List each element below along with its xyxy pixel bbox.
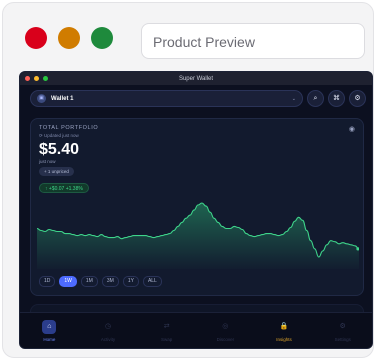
change-badge: ↑ +$0.07 +1.38% [39,183,89,193]
range-button-3m[interactable]: 3M [101,276,119,287]
range-button-1m[interactable]: 1M [80,276,98,287]
portfolio-subtext: just now [39,159,56,164]
nav-item-home[interactable]: ⌂ Home [20,313,79,348]
search-icon: ⌕ [313,95,318,102]
compass-icon: ◎ [222,322,229,330]
preview-title: Product Preview [141,23,365,59]
portfolio-card: TOTAL PORTFOLIO ⟳ Updated just now ◉ $5.… [30,118,364,296]
lock-icon: 🔒 [279,322,289,330]
filter-button[interactable]: ⚙ [349,90,366,107]
nav-item-settings[interactable]: ⚙ Settings [313,313,372,348]
range-button-all[interactable]: ALL [142,276,162,287]
search-button[interactable]: ⌕ [307,90,324,107]
nav-label: Home [43,336,56,342]
time-range-selector: 1D 1W 1M 3M 1Y ALL [39,276,162,287]
nav-label: Swap [161,336,173,342]
gear-icon: ⚙ [339,322,346,330]
app-window: Super Wallet ▣ Wallet 1 ⌄ ⌕ ⌘ ⚙ TOTAL PO… [19,71,373,349]
eye-icon[interactable]: ◉ [349,125,355,133]
updated-status: ⟳ Updated just now [39,133,79,138]
bottom-navigation: ⌂ Home ◷ Activity ⇄ Swap ◎ Discover 🔒 Insights ⚙ Se… [20,312,372,348]
range-button-1y[interactable]: 1Y [122,276,139,287]
sliders-icon: ⚙ [354,95,361,102]
range-button-1d[interactable]: 1D [39,276,56,287]
nav-label: Activity [100,336,116,342]
unpriced-badge[interactable]: + 1 unpriced [39,167,74,176]
nav-item-insights[interactable]: 🔒 Insights [255,313,314,348]
clock-icon: ◷ [104,322,112,330]
home-icon: ⌂ [42,319,57,334]
nav-item-swap[interactable]: ⇄ Swap [137,313,196,348]
swap-icon: ⇄ [163,322,170,330]
wallet-icon: ▣ [37,94,46,103]
portfolio-label: TOTAL PORTFOLIO [39,125,99,131]
expand-button[interactable]: ⌘ [328,90,345,107]
expand-icon: ⌘ [333,95,340,102]
amber-dot-icon[interactable] [58,27,80,49]
nav-label: Insights [276,336,292,342]
wallet-name: Wallet 1 [51,95,74,102]
range-button-1w[interactable]: 1W [59,276,77,287]
nav-item-activity[interactable]: ◷ Activity [79,313,138,348]
window-dots [25,27,113,49]
window-title: Super Wallet [178,75,214,82]
product-preview-card: Product Preview Super Wallet ▣ Wallet 1 … [2,2,374,358]
header-row: ▣ Wallet 1 ⌄ ⌕ ⌘ ⚙ [30,90,366,107]
nav-item-discover[interactable]: ◎ Discover [196,313,255,348]
nav-label: Discover [216,336,235,342]
green-dot-icon[interactable] [91,27,113,49]
nav-label: Settings [334,336,351,342]
portfolio-value: $5.40 [39,141,80,158]
titlebar: Super Wallet [20,72,372,85]
chevron-down-icon: ⌄ [291,95,296,102]
red-dot-icon[interactable] [25,27,47,49]
portfolio-chart [37,202,359,269]
wallet-selector[interactable]: ▣ Wallet 1 ⌄ [30,90,303,107]
